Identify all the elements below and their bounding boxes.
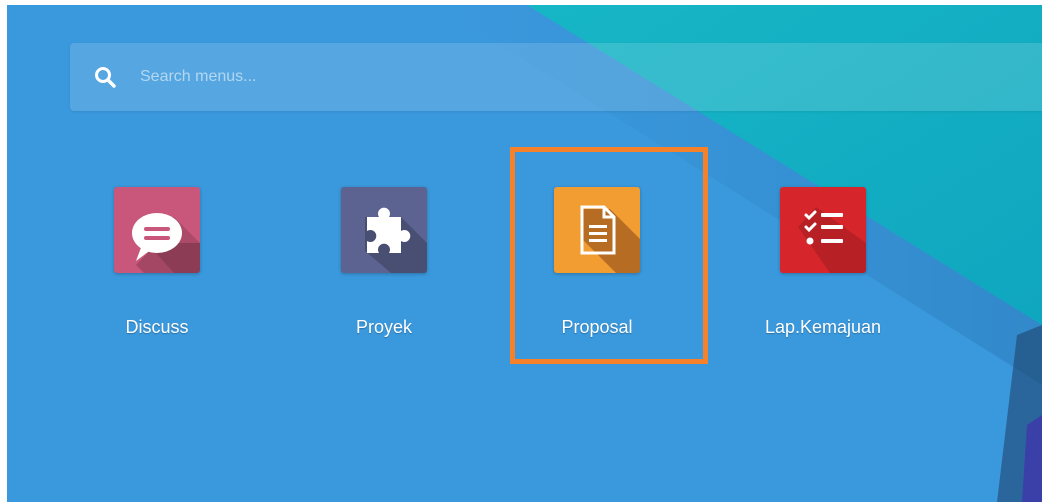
checklist-icon [780,187,866,273]
highlight-box-proposal [510,147,708,364]
app-label-lap-kemajuan: Lap.Kemajuan [764,317,882,337]
search-icon [95,67,116,88]
app-lap-kemajuan[interactable]: Lap.Kemajuan [753,187,893,357]
chat-bubble-icon [114,187,200,273]
puzzle-piece-icon [341,187,427,273]
app-label-proyek: Proyek [355,317,413,337]
search-bar[interactable] [70,43,1042,111]
app-switcher-screen: Discuss Proyek Proposal [7,5,1042,502]
app-label-discuss: Discuss [125,317,189,337]
app-proyek[interactable]: Proyek [314,187,454,357]
search-input[interactable] [140,63,1020,91]
app-discuss[interactable]: Discuss [87,187,227,357]
